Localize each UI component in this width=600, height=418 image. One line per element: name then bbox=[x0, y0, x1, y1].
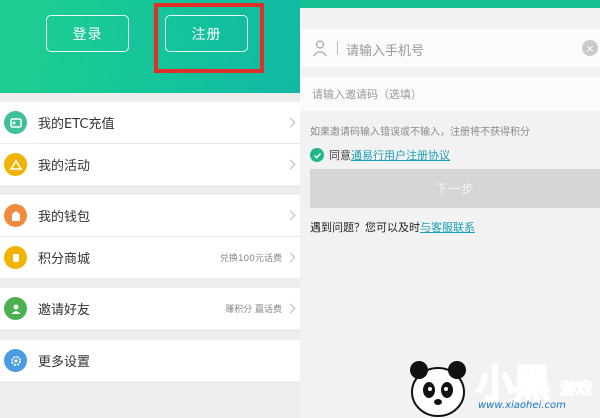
invite-code-input[interactable]: 请输入邀请码（选填） bbox=[300, 77, 600, 111]
profile-panel: 登录 注册 我的ETC充值 我的活动 我的钱包 积分商城 兑换100元话费 邀请… bbox=[0, 0, 300, 418]
activity-icon bbox=[4, 153, 27, 176]
chevron-right-icon bbox=[285, 159, 296, 170]
agreement-row: 同意 通易行用户注册协议 bbox=[310, 147, 450, 163]
register-highlight-box bbox=[154, 3, 264, 73]
menu-item-label: 我的活动 bbox=[38, 159, 91, 174]
next-step-button[interactable]: 下一步 bbox=[310, 169, 600, 208]
menu-item-invite-friends[interactable]: 邀请好友 赚积分 赢话费 bbox=[0, 288, 300, 329]
chevron-right-icon bbox=[285, 117, 296, 128]
menu-item-wallet[interactable]: 我的钱包 bbox=[0, 195, 300, 236]
menu-item-label: 我的ETC充值 bbox=[38, 117, 115, 132]
invite-code-placeholder: 请输入邀请码（选填） bbox=[312, 88, 422, 101]
menu-item-etc-recharge[interactable]: 我的ETC充值 bbox=[0, 102, 300, 143]
invite-friends-icon bbox=[4, 297, 27, 320]
top-accent-bar bbox=[300, 0, 600, 8]
chevron-right-icon bbox=[285, 210, 296, 221]
menu-item-hint: 兑换100元话费 bbox=[219, 254, 282, 264]
chevron-right-icon bbox=[285, 252, 296, 263]
menu-item-hint: 赚积分 赢话费 bbox=[225, 305, 282, 315]
watermark-url: www.xiaohei.com bbox=[478, 400, 566, 411]
phone-input[interactable]: 请输入手机号 × bbox=[300, 29, 600, 67]
field-separator bbox=[337, 41, 338, 55]
help-row: 遇到问题？您可以及时与客服联系 bbox=[310, 219, 475, 235]
login-button[interactable]: 登录 bbox=[46, 15, 129, 52]
help-prefix: 遇到问题？您可以及时 bbox=[310, 221, 420, 234]
menu-item-label: 积分商城 bbox=[38, 252, 91, 267]
menu-item-label: 更多设置 bbox=[38, 355, 91, 370]
invite-code-note: 如果邀请码输入错误或不输入，注册将不获得积分 bbox=[310, 127, 530, 138]
check-circle-icon[interactable] bbox=[310, 148, 324, 162]
etc-card-icon bbox=[4, 111, 27, 134]
contact-support-link[interactable]: 与客服联系 bbox=[420, 221, 475, 234]
points-mall-icon bbox=[4, 246, 27, 269]
agreement-link[interactable]: 通易行用户注册协议 bbox=[351, 147, 450, 163]
menu-item-label: 邀请好友 bbox=[38, 303, 91, 318]
watermark-game: 游戏 bbox=[559, 379, 593, 399]
user-icon bbox=[312, 40, 328, 57]
menu-item-points-mall[interactable]: 积分商城 兑换100元话费 bbox=[0, 237, 300, 278]
menu-item-label: 我的钱包 bbox=[38, 210, 91, 225]
phone-placeholder: 请输入手机号 bbox=[346, 44, 425, 59]
agreement-prefix: 同意 bbox=[329, 149, 351, 162]
wallet-icon bbox=[4, 204, 27, 227]
menu-item-more-settings[interactable]: 更多设置 bbox=[0, 340, 300, 381]
settings-icon bbox=[4, 349, 27, 372]
clear-icon[interactable]: × bbox=[582, 40, 598, 56]
menu-item-activities[interactable]: 我的活动 bbox=[0, 144, 300, 185]
chevron-right-icon bbox=[285, 303, 296, 314]
